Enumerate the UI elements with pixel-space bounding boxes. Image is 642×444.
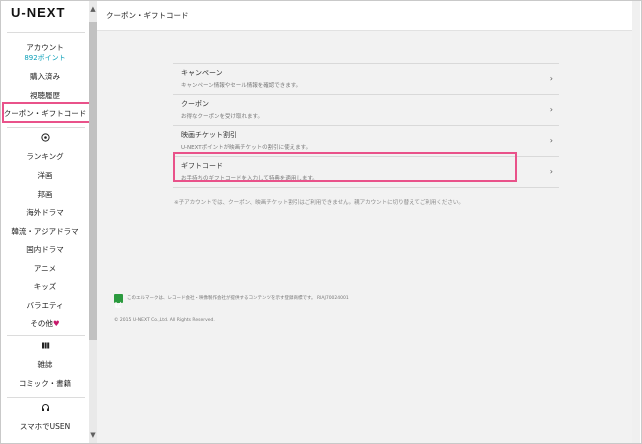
scroll-up-arrow-icon[interactable]: ▲ [89,3,97,15]
item-title: キャンペーン [181,69,223,77]
nav-western-movies[interactable]: 洋画 [1,170,89,181]
copyright: © 2015 U-NEXT Co.,Ltd. All Rights Reserv… [114,318,215,323]
nav-comics-books[interactable]: コミック・書籍 [1,378,89,389]
book-section-icon [41,341,50,350]
item-description: お得なクーポンを受け取れます。 [181,114,263,120]
points-balance: 892ポイント [24,54,66,62]
list-item-campaign[interactable]: キャンペーン キャンペーン情報やセール情報を確認できます。 › [173,63,559,94]
purchased-link[interactable]: 購入済み [1,71,89,82]
coupon-gift-link[interactable]: クーポン・ギフトコード [1,108,89,119]
nav-variety[interactable]: バラエティ [1,300,89,311]
nav-smartphone-usen[interactable]: スマホでUSEN [1,421,89,432]
nav-others[interactable]: その他♥ [1,318,89,329]
nav-kids[interactable]: キッズ [1,281,89,292]
divider [7,335,85,336]
chevron-right-icon: › [549,105,553,114]
nav-japanese-movies[interactable]: 邦画 [1,189,89,200]
divider [7,32,85,33]
unext-logo[interactable]: U-NEXT [11,5,65,20]
header-bar: クーポン・ギフトコード [97,1,640,31]
chevron-right-icon: › [549,136,553,145]
nav-asian-drama[interactable]: 韓流・アジアドラマ [1,226,89,237]
divider [7,397,85,398]
list-item-coupon[interactable]: クーポン お得なクーポンを受け取れます。 › [173,94,559,125]
heart-icon: ♥ [52,319,60,328]
child-account-note: ※子アカウントでは、クーポン、映画チケット割引はご利用できません。親アカウントに… [174,200,464,206]
lmark-notice: このエルマークは、レコード会社・映像製作会社が提供するコンテンツを示す登録商標で… [127,296,349,301]
history-link[interactable]: 視聴履歴 [1,90,89,101]
nav-foreign-drama[interactable]: 海外ドラマ [1,207,89,218]
headphones-icon [41,403,50,412]
gift-code-highlight [173,152,517,182]
nav-magazines[interactable]: 雑誌 [1,359,89,370]
item-title: 映画チケット割引 [181,131,237,139]
account-link[interactable]: アカウント [1,42,89,53]
item-title: クーポン [181,100,209,108]
chevron-right-icon: › [549,167,553,176]
chevron-right-icon: › [549,74,553,83]
page-title: クーポン・ギフトコード [106,11,189,20]
main-content: キャンペーン キャンペーン情報やセール情報を確認できます。 › クーポン お得な… [97,31,632,443]
item-description: キャンペーン情報やセール情報を確認できます。 [181,83,302,89]
video-section-icon [41,133,50,142]
scroll-down-arrow-icon[interactable]: ▼ [89,429,97,441]
lmark-logo-icon [114,294,123,308]
item-description: U-NEXTポイントが映画チケットの割引に使えます。 [181,145,312,151]
sidebar-scroll-thumb[interactable] [89,22,97,340]
nav-domestic-drama[interactable]: 国内ドラマ [1,244,89,255]
nav-ranking[interactable]: ランキング [1,151,89,162]
nav-anime[interactable]: アニメ [1,263,89,274]
sidebar: U-NEXT アカウント 892ポイント 購入済み 視聴履歴 クーポン・ギフトコ… [1,1,97,443]
divider [7,127,85,128]
main-scrollbar[interactable] [632,1,640,443]
